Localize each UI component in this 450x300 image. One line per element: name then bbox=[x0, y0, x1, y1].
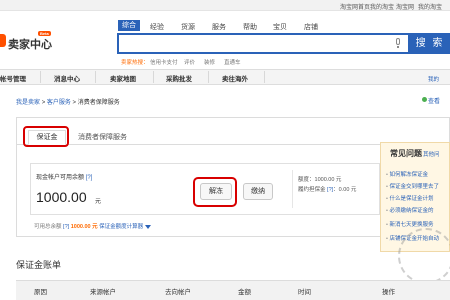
column-header-reason: 原因 bbox=[34, 289, 47, 296]
breadcrumb-current: 消费者保障服务 bbox=[77, 100, 120, 106]
performance-guarantee-line: 履约担保金 [?]：0.00 元 bbox=[298, 185, 356, 193]
search-tab-service[interactable]: 服务 bbox=[212, 22, 226, 32]
highlight-ring-button bbox=[193, 177, 237, 207]
nav-divider bbox=[40, 71, 41, 83]
nav-item-messages[interactable]: 消息中心 bbox=[54, 73, 80, 83]
microphone-icon[interactable] bbox=[396, 38, 400, 45]
hot-word-credit-card[interactable]: 信用卡支付 bbox=[150, 58, 178, 66]
amount-unit: 元 bbox=[95, 199, 102, 205]
help-view-link[interactable]: 查看 bbox=[428, 96, 440, 105]
hot-word-ads[interactable]: 直通车 bbox=[224, 58, 241, 66]
faq-item[interactable]: 新消七天更换服务 bbox=[386, 220, 450, 228]
faq-item[interactable]: 必须缴纳保证金的 bbox=[386, 206, 450, 214]
seller-center-logo[interactable]: 卖家中心 bbox=[8, 36, 52, 52]
taobao-logo-icon[interactable] bbox=[0, 34, 6, 47]
dropdown-triangle-icon[interactable] bbox=[145, 224, 152, 229]
column-header-destination: 去向帐户 bbox=[165, 289, 191, 296]
total-balance-label: 可用总余额 bbox=[34, 224, 62, 230]
perform-label: 履约担保金 bbox=[298, 187, 326, 193]
faq-item[interactable]: 如何解冻保证金 bbox=[386, 170, 450, 178]
deposit-calculator-link[interactable]: 保证金额度计算器 bbox=[99, 224, 143, 230]
ledger-title: 保证金账单 bbox=[16, 260, 62, 270]
quota-line: 额度：1000.00 元 bbox=[298, 175, 341, 183]
column-header-source: 来源帐户 bbox=[90, 289, 116, 296]
nav-item-wholesale[interactable]: 采购批发 bbox=[166, 73, 192, 83]
nav-item-overseas[interactable]: 卖往海外 bbox=[222, 73, 248, 83]
column-header-action: 操作 bbox=[382, 289, 395, 296]
top-link-my-taobao[interactable]: 我的淘宝 bbox=[370, 2, 394, 11]
nav-divider bbox=[208, 71, 209, 83]
nav-divider bbox=[264, 71, 265, 83]
top-bar: 淘宝网首页 我的淘宝 淘宝网 我的淘宝 bbox=[0, 0, 450, 11]
hot-search-label: 卖家热搜： bbox=[121, 60, 149, 66]
nav-divider bbox=[95, 71, 96, 83]
quota-value: 1000.00 元 bbox=[314, 177, 342, 183]
breadcrumb: 我是卖家 > 客户服务 > 消费者保障服务 bbox=[16, 97, 120, 106]
search-tab-supply[interactable]: 货源 bbox=[181, 22, 195, 32]
available-help-link[interactable]: [?] bbox=[86, 175, 93, 181]
total-balance-amount: 1000.00 元 bbox=[70, 224, 98, 230]
search-tab-help[interactable]: 帮助 bbox=[243, 22, 257, 32]
perform-value: ：0.00 元 bbox=[333, 187, 357, 193]
available-label-text: 现金帐户可用余额 bbox=[36, 175, 85, 181]
breadcrumb-customer-service[interactable]: 客户服务 bbox=[47, 100, 71, 106]
top-link-taobao[interactable]: 淘宝网 bbox=[396, 2, 414, 11]
breadcrumb-seller[interactable]: 我是卖家 bbox=[16, 100, 40, 106]
available-balance-label: 现金帐户可用余额 [?] bbox=[36, 172, 92, 181]
quota-label: 额度： bbox=[298, 177, 315, 183]
search-button[interactable]: 搜 索 bbox=[410, 33, 450, 54]
nav-my-link[interactable]: 我的 bbox=[428, 75, 439, 83]
total-balance-help-link[interactable]: [?] bbox=[63, 224, 69, 230]
account-divider bbox=[292, 170, 293, 208]
beta-badge: Beta bbox=[38, 31, 51, 36]
search-tab-all[interactable]: 综合 bbox=[118, 20, 140, 31]
nav-item-seller-map[interactable]: 卖家地图 bbox=[110, 73, 136, 83]
faq-more-link[interactable]: 其他问 bbox=[423, 150, 440, 158]
hot-word-decoration[interactable]: 装修 bbox=[204, 58, 215, 66]
tab-consumer-protection[interactable]: 消费者保障服务 bbox=[78, 132, 127, 142]
search-input[interactable] bbox=[117, 33, 410, 54]
faq-item[interactable]: 什么是保证金计划 bbox=[386, 194, 450, 202]
pay-deposit-button[interactable]: 缴纳 bbox=[243, 183, 273, 200]
search-tab-shop[interactable]: 店铺 bbox=[304, 22, 318, 32]
nav-divider bbox=[153, 71, 154, 83]
nav-item-account[interactable]: 帐号管理 bbox=[0, 73, 26, 83]
total-balance-line: 可用总余额 [?] 1000.00 元 保证金额度计算器 bbox=[34, 222, 152, 230]
search-tab-item[interactable]: 宝贝 bbox=[273, 22, 287, 32]
top-link-taobao-home[interactable]: 淘宝网首页 bbox=[340, 2, 370, 11]
microphone-base-icon bbox=[397, 46, 399, 48]
search-tab-experience[interactable]: 经验 bbox=[150, 22, 164, 32]
hot-word-review[interactable]: 评价 bbox=[184, 58, 195, 66]
faq-title: 常见问题 bbox=[390, 149, 422, 158]
faq-item[interactable]: 保证金交到哪里去了 bbox=[386, 182, 450, 190]
top-link-my-taobao-2[interactable]: 我的淘宝 bbox=[418, 2, 442, 11]
highlight-ring-tab bbox=[23, 126, 69, 147]
column-header-amount: 金额 bbox=[238, 289, 251, 296]
column-header-time: 时间 bbox=[298, 289, 311, 296]
watermark-stamp bbox=[398, 228, 450, 284]
available-amount: 1000.00 bbox=[36, 189, 87, 205]
help-icon bbox=[422, 97, 427, 102]
